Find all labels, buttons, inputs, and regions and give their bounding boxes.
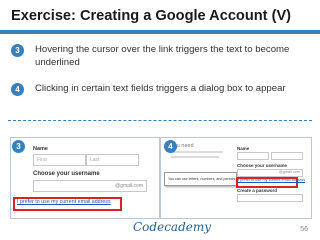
last-name-field[interactable] [271,152,303,160]
step-number-badge: 3 [11,44,24,57]
first-name-field[interactable]: First [33,154,86,166]
username-label: Choose your username [237,163,288,168]
username-field[interactable]: @gmail.com [237,169,303,177]
domain-suffix: @gmail.com [278,170,300,174]
text-line [171,156,219,158]
first-name-field[interactable] [237,152,269,160]
step-text: Clicking in certain text fields triggers… [35,83,286,94]
step-text: Hovering the cursor over the link trigge… [35,44,290,68]
codecademy-logo: Codecademy [133,220,212,234]
text-line [171,151,223,153]
password-field[interactable] [237,194,303,202]
username-label: Choose your username [33,171,100,177]
screenshot-badge: 4 [164,140,177,153]
domain-suffix: @gmail.com [115,183,143,189]
current-email-link[interactable]: I prefer to use my current email address [238,178,305,182]
username-field[interactable]: @gmail.com [33,180,147,192]
last-name-field[interactable]: Last [86,154,139,166]
tooltip-dialog: You can use letters, numbers, and period… [164,172,237,186]
password-label: Create a password [237,188,278,193]
step-number-badge: 4 [11,83,24,96]
screenshot-step-4: you need You can use letters, numbers, a… [160,137,312,219]
title-rule [0,30,320,34]
screenshot-step-3: Name First Last Choose your username @gm… [10,137,160,219]
page-number: 56 [300,226,308,233]
name-label: Name [237,146,250,151]
current-email-link[interactable]: I prefer to use my current email address [17,199,111,205]
name-label: Name [33,146,48,152]
section-divider [8,120,312,121]
screenshot-badge: 3 [12,140,25,153]
slide-title: Exercise: Creating a Google Account (V) [11,8,292,24]
